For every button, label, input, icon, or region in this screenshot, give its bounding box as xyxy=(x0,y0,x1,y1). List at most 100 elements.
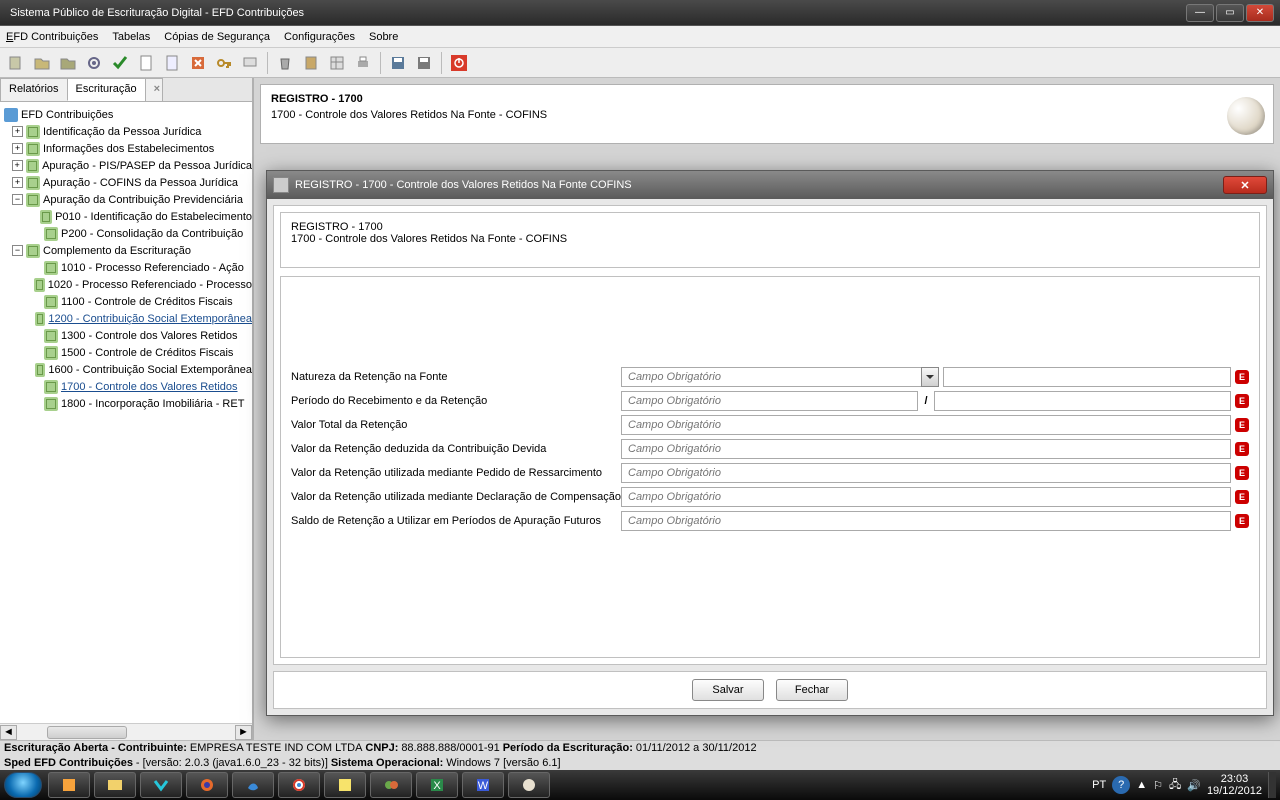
tray-lang[interactable]: PT xyxy=(1092,779,1106,791)
input-valor-total[interactable] xyxy=(621,415,1231,435)
tray-network-icon[interactable]: 🖧 xyxy=(1169,776,1181,795)
tree-item[interactable]: 1500 - Controle de Créditos Fiscais xyxy=(0,344,252,361)
tray-chevron-up-icon[interactable]: ▲ xyxy=(1136,779,1147,791)
tree-item[interactable]: 1020 - Processo Referenciado - Processo xyxy=(0,276,252,293)
toolbar-delete-icon[interactable] xyxy=(186,51,210,75)
taskbar-item[interactable] xyxy=(140,772,182,798)
tree-item[interactable]: P200 - Consolidação da Contribuição xyxy=(0,225,252,242)
taskbar-item[interactable] xyxy=(508,772,550,798)
tree-item[interactable]: 1800 - Incorporação Imobiliária - RET xyxy=(0,395,252,412)
close-button[interactable]: Fechar xyxy=(776,679,848,701)
toolbar-open2-icon[interactable] xyxy=(56,51,80,75)
toolbar-table-icon[interactable] xyxy=(325,51,349,75)
toolbar-cert-icon[interactable] xyxy=(238,51,262,75)
doc-icon xyxy=(26,142,40,156)
tab-relatorios[interactable]: Relatórios xyxy=(0,78,68,101)
toolbar-save-icon[interactable] xyxy=(386,51,410,75)
tree-item[interactable]: 1200 - Contribuição Social Extemporânea xyxy=(0,310,252,327)
menu-sobre[interactable]: Sobre xyxy=(369,31,398,43)
tree-item[interactable]: +Apuração - PIS/PASEP da Pessoa Jurídica xyxy=(0,157,252,174)
toolbar-key-icon[interactable] xyxy=(212,51,236,75)
toolbar-doc-icon[interactable] xyxy=(134,51,158,75)
toolbar-open-icon[interactable] xyxy=(30,51,54,75)
tree-item[interactable]: P010 - Identificação do Estabelecimento xyxy=(0,208,252,225)
expand-icon[interactable]: + xyxy=(12,177,23,188)
taskbar-item[interactable] xyxy=(186,772,228,798)
tree-item[interactable]: 1300 - Controle dos Valores Retidos xyxy=(0,327,252,344)
tray-volume-icon[interactable]: 🔊 xyxy=(1187,779,1201,792)
start-button[interactable] xyxy=(4,772,42,798)
doc-icon xyxy=(44,346,58,360)
menu-copias[interactable]: Cópias de Segurança xyxy=(164,31,270,43)
tab-close[interactable]: × xyxy=(145,78,163,101)
toolbar xyxy=(0,48,1280,78)
toolbar-save2-icon[interactable] xyxy=(412,51,436,75)
tree-item[interactable]: 1600 - Contribuição Social Extemporânea xyxy=(0,361,252,378)
label-valor-total: Valor Total da Retenção xyxy=(291,419,621,431)
input-saldo[interactable] xyxy=(621,511,1231,531)
sidebar-hscrollbar[interactable]: ◄ ► xyxy=(0,723,252,740)
dialog-registro-1700: REGISTRO - 1700 - Controle dos Valores R… xyxy=(266,170,1274,716)
minimize-button[interactable]: — xyxy=(1186,4,1214,22)
toolbar-check-icon[interactable] xyxy=(108,51,132,75)
scroll-left-icon[interactable]: ◄ xyxy=(0,725,17,740)
taskbar-item[interactable]: W xyxy=(462,772,504,798)
tab-escrituracao[interactable]: Escrituração xyxy=(67,78,146,101)
maximize-button[interactable]: ▭ xyxy=(1216,4,1244,22)
input-valor-compensacao[interactable] xyxy=(621,487,1231,507)
taskbar-item[interactable] xyxy=(370,772,412,798)
taskbar-item[interactable] xyxy=(324,772,366,798)
scroll-right-icon[interactable]: ► xyxy=(235,725,252,740)
doc-icon xyxy=(44,397,58,411)
tree-root[interactable]: EFD Contribuições xyxy=(0,106,252,123)
tray-clock[interactable]: 23:03 19/12/2012 xyxy=(1207,773,1262,797)
tree-item[interactable]: +Identificação da Pessoa Jurídica xyxy=(0,123,252,140)
dialog-titlebar[interactable]: REGISTRO - 1700 - Controle dos Valores R… xyxy=(267,171,1273,199)
dialog-close-button[interactable]: ✕ xyxy=(1223,176,1267,194)
tree-item-selected[interactable]: 1700 - Controle dos Valores Retidos xyxy=(0,378,252,395)
window-controls: — ▭ ✕ xyxy=(1186,4,1274,22)
toolbar-print-icon[interactable] xyxy=(351,51,375,75)
menu-config[interactable]: Configurações xyxy=(284,31,355,43)
toolbar-gear-icon[interactable] xyxy=(82,51,106,75)
tree-item[interactable]: +Apuração - COFINS da Pessoa Jurídica xyxy=(0,174,252,191)
error-badge: E xyxy=(1235,394,1249,408)
input-valor-ressarcimento[interactable] xyxy=(621,463,1231,483)
tree-item[interactable]: +Informações dos Estabelecimentos xyxy=(0,140,252,157)
tree-item[interactable]: 1010 - Processo Referenciado - Ação xyxy=(0,259,252,276)
menu-efd[interactable]: EFD Contribuições xyxy=(6,31,98,43)
taskbar-item[interactable]: X xyxy=(416,772,458,798)
toolbar-new-icon[interactable] xyxy=(4,51,28,75)
expand-icon[interactable]: + xyxy=(12,143,23,154)
dropdown-button[interactable] xyxy=(921,367,939,387)
label-valor-compensacao: Valor da Retenção utilizada mediante Dec… xyxy=(291,491,621,503)
tray-flag-icon[interactable]: ⚐ xyxy=(1153,779,1163,792)
tree-item[interactable]: −Apuração da Contribuição Previdenciária xyxy=(0,191,252,208)
tree-item[interactable]: 1100 - Controle de Créditos Fiscais xyxy=(0,293,252,310)
input-periodo-fim[interactable] xyxy=(934,391,1231,411)
input-valor-deduzida[interactable] xyxy=(621,439,1231,459)
toolbar-paste-icon[interactable] xyxy=(299,51,323,75)
toolbar-trash-icon[interactable] xyxy=(273,51,297,75)
window-close-button[interactable]: ✕ xyxy=(1246,4,1274,22)
collapse-icon[interactable]: − xyxy=(12,194,23,205)
taskbar-item[interactable] xyxy=(48,772,90,798)
save-button[interactable]: Salvar xyxy=(692,679,764,701)
taskbar-item[interactable] xyxy=(232,772,274,798)
expand-icon[interactable]: + xyxy=(12,160,23,171)
taskbar-item[interactable] xyxy=(278,772,320,798)
show-desktop-button[interactable] xyxy=(1268,772,1276,798)
book-icon xyxy=(4,108,18,122)
input-periodo-inicio[interactable] xyxy=(621,391,918,411)
expand-icon[interactable]: + xyxy=(12,126,23,137)
toolbar-power-icon[interactable] xyxy=(447,51,471,75)
input-natureza-code[interactable] xyxy=(621,367,922,387)
menu-tabelas[interactable]: Tabelas xyxy=(112,31,150,43)
collapse-icon[interactable]: − xyxy=(12,245,23,256)
tray-help-icon[interactable]: ? xyxy=(1112,776,1130,794)
scroll-thumb[interactable] xyxy=(47,726,127,739)
tree-item[interactable]: −Complemento da Escrituração xyxy=(0,242,252,259)
taskbar-item[interactable] xyxy=(94,772,136,798)
input-natureza-desc[interactable] xyxy=(943,367,1232,387)
toolbar-doc2-icon[interactable] xyxy=(160,51,184,75)
